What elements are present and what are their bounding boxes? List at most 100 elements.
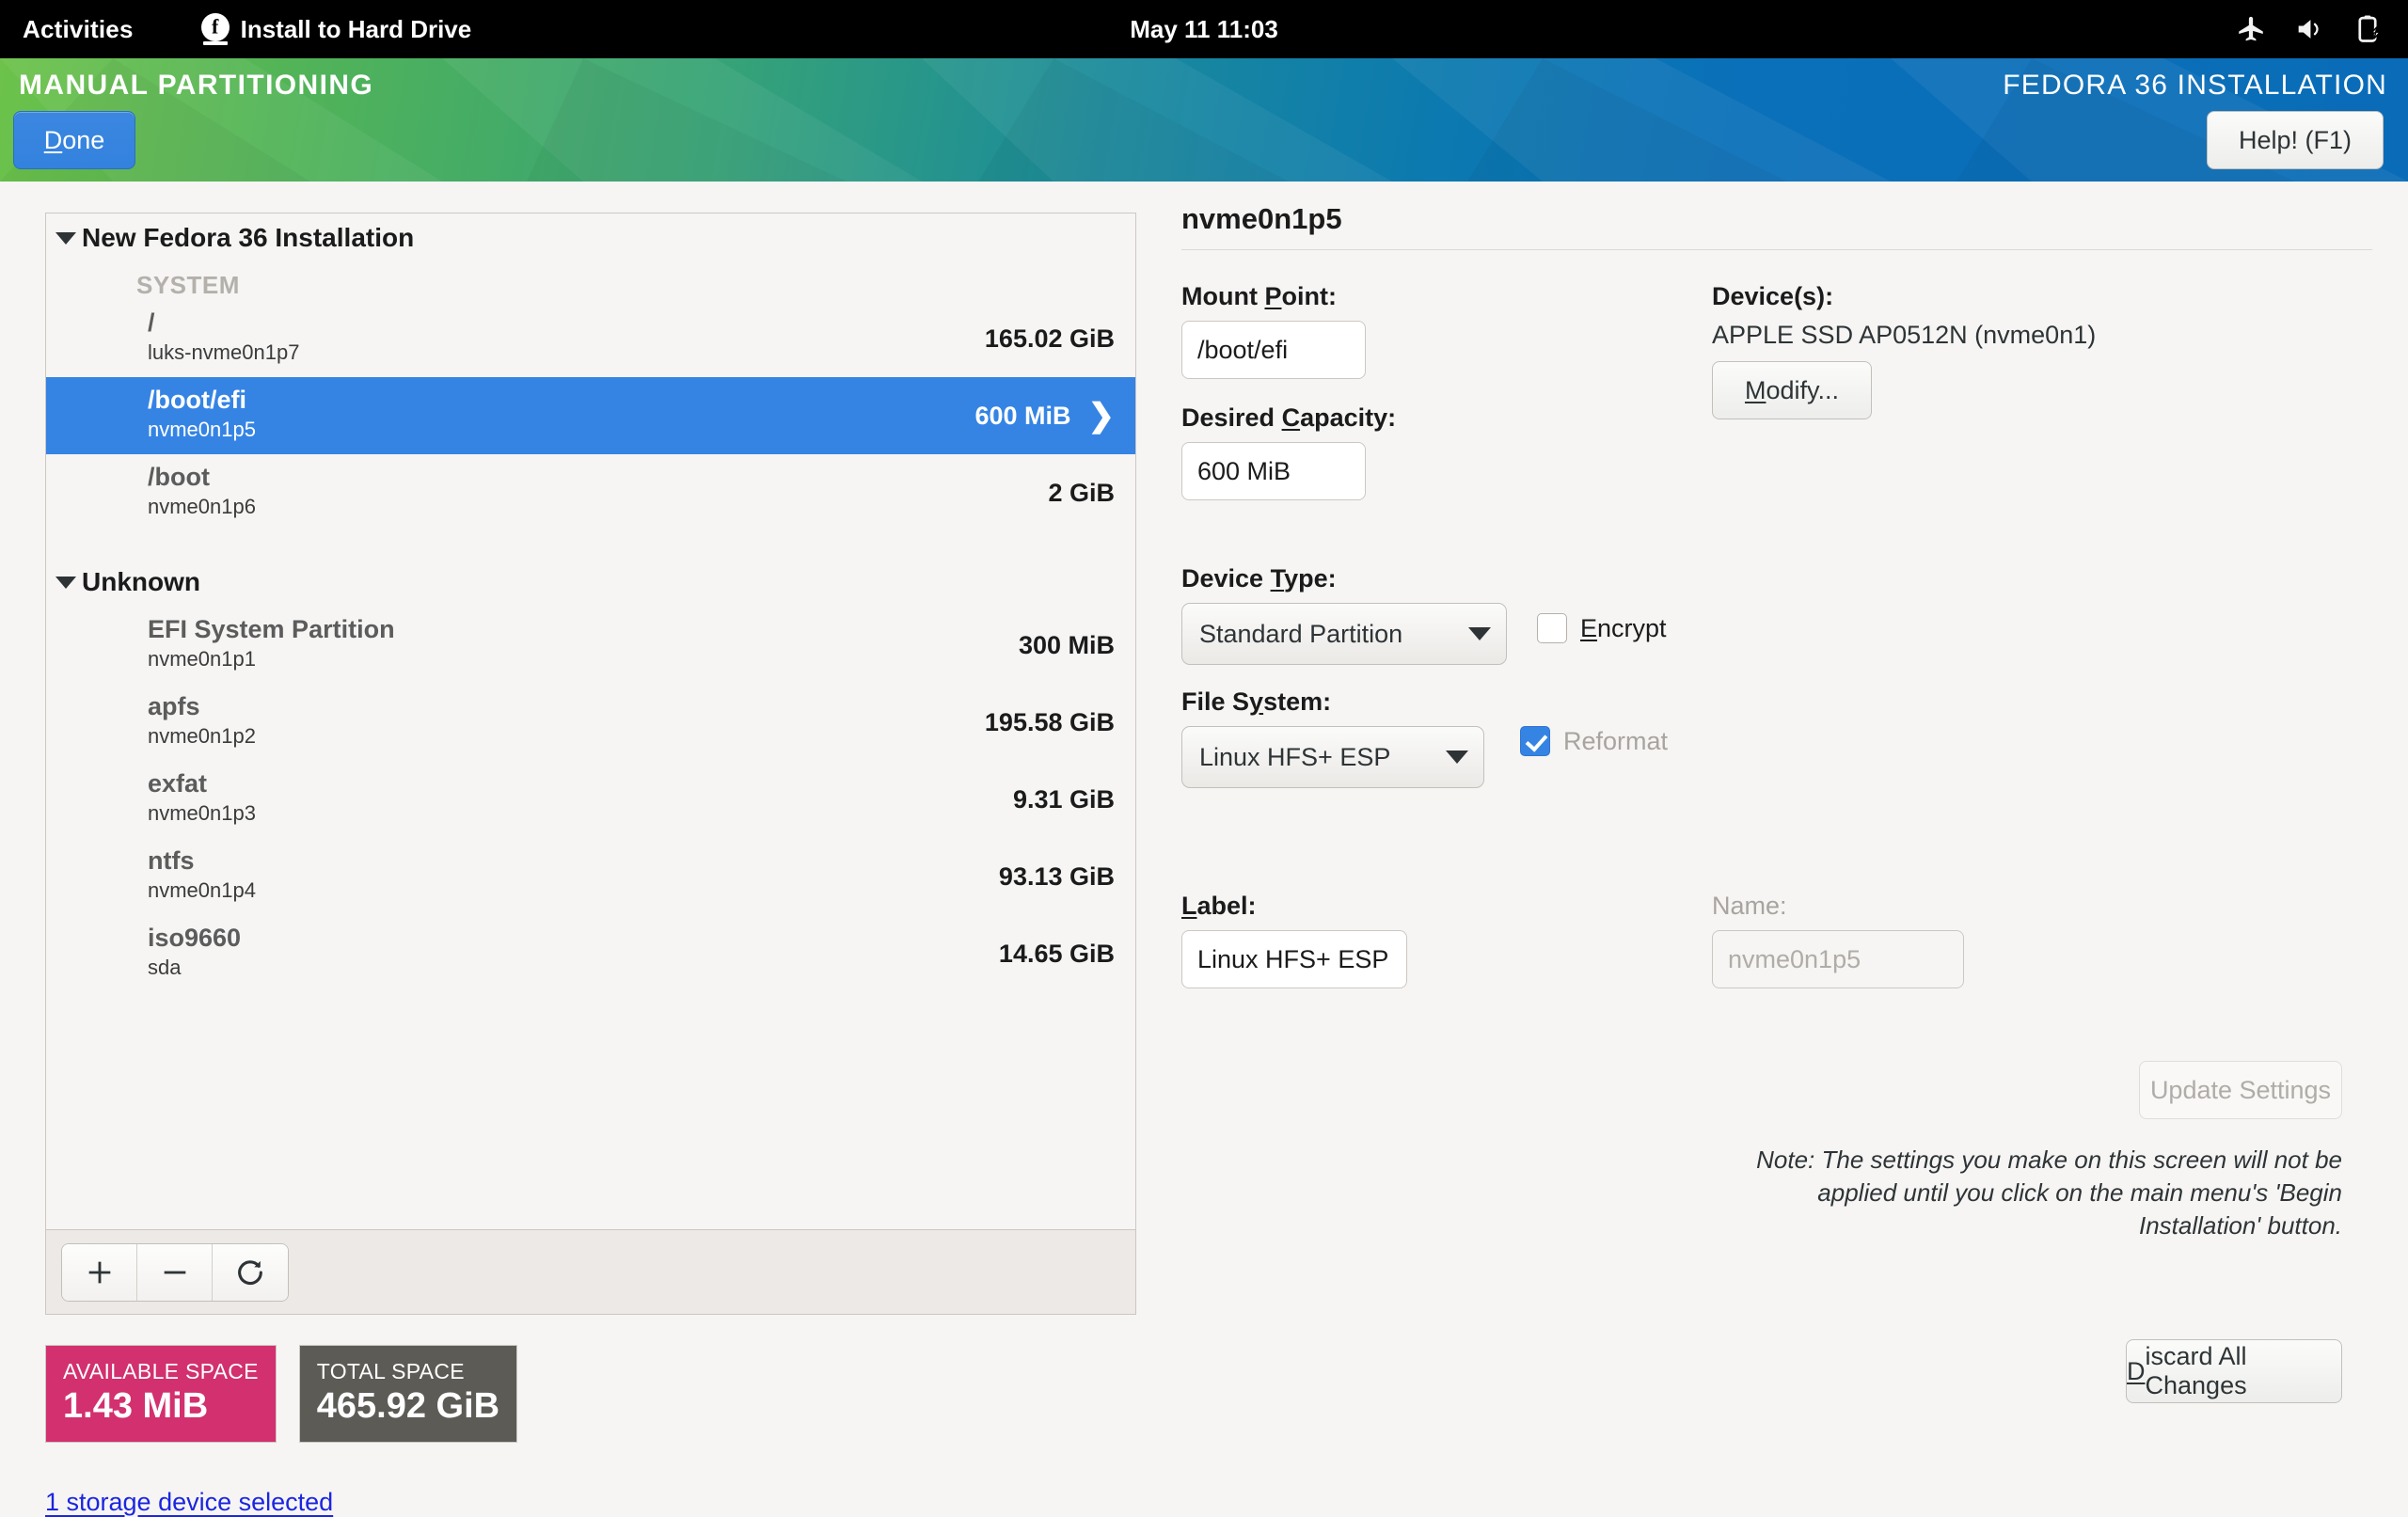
partition-device: nvme0n1p4	[148, 875, 256, 906]
partition-size: 93.13 GiB	[999, 862, 1115, 892]
app-menu-label: Install to Hard Drive	[241, 15, 472, 44]
table-row[interactable]: iso9660 sda 14.65 GiB	[46, 915, 1135, 992]
table-row[interactable]: / luks-nvme0n1p7 165.02 GiB	[46, 300, 1135, 377]
devices-value: APPLE SSD AP0512N (nvme0n1)	[1712, 321, 2096, 350]
table-row[interactable]: EFI System Partition nvme0n1p1 300 MiB	[46, 607, 1135, 684]
partition-toolbar	[45, 1230, 1136, 1315]
partition-mountpoint: iso9660	[148, 924, 241, 951]
partition-mountpoint: /boot	[148, 464, 256, 490]
remove-icon	[159, 1256, 191, 1288]
partition-scroll-area[interactable]: New Fedora 36 Installation SYSTEM / luks…	[46, 213, 1135, 1229]
file-system-dropdown[interactable]: Linux HFS+ ESP	[1181, 726, 1484, 788]
name-field-label: Name:	[1712, 892, 1964, 921]
settings-note: Note: The settings you make on this scre…	[1740, 1144, 2342, 1241]
reformat-label: Reformat	[1563, 727, 1668, 756]
help-button[interactable]: Help! (F1)	[2207, 111, 2384, 169]
partition-device: nvme0n1p2	[148, 720, 256, 751]
partitioning-left-column: New Fedora 36 Installation SYSTEM / luks…	[45, 213, 1136, 1517]
device-type-dropdown[interactable]: Standard Partition	[1181, 603, 1507, 665]
total-space-box: TOTAL SPACE 465.92 GiB	[299, 1345, 517, 1443]
storage-device-link[interactable]: 1 storage device selected	[45, 1488, 333, 1517]
done-button[interactable]: Done	[13, 111, 135, 169]
encrypt-checkbox-row[interactable]: Encrypt	[1537, 613, 1667, 643]
desired-capacity-label: Desired Capacity:	[1181, 403, 1396, 433]
page-title: MANUAL PARTITIONING	[19, 70, 373, 102]
table-row[interactable]: /boot/efi nvme0n1p5 600 MiB ❯	[46, 377, 1135, 454]
product-title: FEDORA 36 INSTALLATION	[2003, 70, 2387, 102]
anaconda-header: MANUAL PARTITIONING FEDORA 36 INSTALLATI…	[0, 58, 2408, 182]
fedora-logo-icon	[201, 13, 230, 45]
modify-button[interactable]: Modify...	[1712, 361, 1872, 419]
partition-size: 9.31 GiB	[1013, 785, 1115, 814]
discard-all-changes-button[interactable]: Discard All Changes	[2126, 1339, 2342, 1403]
desired-capacity-input[interactable]: 600 MiB	[1181, 442, 1366, 500]
discard-label-rest: iscard All Changes	[2146, 1342, 2342, 1400]
partition-device: nvme0n1p5	[148, 414, 256, 445]
activities-button[interactable]: Activities	[23, 15, 134, 44]
partition-device: nvme0n1p6	[148, 491, 256, 522]
remove-partition-button[interactable]	[137, 1244, 213, 1301]
partition-size: 300 MiB	[1019, 631, 1115, 660]
detail-title: nvme0n1p5	[1181, 202, 2372, 249]
partition-device: nvme0n1p3	[148, 798, 256, 829]
partition-mountpoint: /	[148, 309, 299, 336]
add-partition-button[interactable]	[62, 1244, 137, 1301]
partition-group-header[interactable]: New Fedora 36 Installation	[46, 213, 1135, 262]
app-menu-button[interactable]: Install to Hard Drive	[201, 13, 472, 45]
partition-mountpoint: ntfs	[148, 847, 256, 874]
partition-subgroup-label: SYSTEM	[46, 262, 1135, 300]
partition-device: sda	[148, 952, 241, 983]
table-row[interactable]: ntfs nvme0n1p4 93.13 GiB	[46, 838, 1135, 915]
partition-device: luks-nvme0n1p7	[148, 337, 299, 368]
partition-detail-column: nvme0n1p5 Mount Point: /boot/efi Desired…	[1181, 202, 2372, 1277]
available-space-box: AVAILABLE SPACE 1.43 MiB	[45, 1345, 277, 1443]
partition-mountpoint: exfat	[148, 770, 256, 797]
space-summary: AVAILABLE SPACE 1.43 MiB TOTAL SPACE 465…	[45, 1345, 1136, 1443]
file-system-label: File System:	[1181, 687, 1507, 717]
reformat-checkbox[interactable]	[1520, 726, 1550, 756]
mount-point-input[interactable]: /boot/efi	[1181, 321, 1366, 379]
partition-group-label: New Fedora 36 Installation	[82, 223, 414, 253]
label-input[interactable]: Linux HFS+ ESP	[1181, 930, 1407, 988]
file-system-value: Linux HFS+ ESP	[1199, 743, 1390, 772]
reformat-checkbox-row[interactable]: Reformat	[1520, 726, 1668, 756]
refresh-button[interactable]	[213, 1244, 288, 1301]
partition-mountpoint: EFI System Partition	[148, 616, 395, 642]
partition-list-frame[interactable]: New Fedora 36 Installation SYSTEM / luks…	[45, 213, 1136, 1230]
expander-triangle-icon[interactable]	[55, 577, 76, 589]
table-row[interactable]: /boot nvme0n1p6 2 GiB	[46, 454, 1135, 531]
table-row[interactable]: exfat nvme0n1p3 9.31 GiB	[46, 761, 1135, 838]
total-space-caption: TOTAL SPACE	[317, 1359, 499, 1384]
modify-label-rest: odify...	[1766, 376, 1839, 405]
chevron-down-icon	[1468, 627, 1491, 640]
partition-device: nvme0n1p1	[148, 643, 395, 674]
partition-group-header[interactable]: Unknown	[46, 558, 1135, 607]
name-input[interactable]: nvme0n1p5	[1712, 930, 1964, 988]
airplane-mode-icon	[2235, 13, 2267, 45]
available-space-caption: AVAILABLE SPACE	[63, 1359, 259, 1384]
add-icon	[84, 1256, 116, 1288]
partition-size: 165.02 GiB	[985, 324, 1115, 354]
status-area[interactable]	[2235, 0, 2384, 58]
modify-mnemonic: M	[1745, 376, 1766, 405]
partition-size: 195.58 GiB	[985, 708, 1115, 737]
partition-size: 2 GiB	[1048, 479, 1115, 508]
battery-charging-icon	[2352, 13, 2384, 45]
chevron-down-icon	[1446, 751, 1468, 764]
devices-label: Device(s):	[1712, 282, 2096, 311]
discard-mnemonic: D	[2127, 1357, 2146, 1386]
device-type-label: Device Type:	[1181, 564, 1507, 593]
table-row[interactable]: apfs nvme0n1p2 195.58 GiB	[46, 684, 1135, 761]
gnome-top-bar: Activities Install to Hard Drive May 11 …	[0, 0, 2408, 58]
encrypt-checkbox[interactable]	[1537, 613, 1567, 643]
available-space-value: 1.43 MiB	[63, 1386, 259, 1427]
divider	[1181, 249, 2372, 250]
partition-mountpoint: apfs	[148, 693, 256, 719]
encrypt-label: Encrypt	[1580, 614, 1667, 643]
done-label-rest: one	[62, 126, 104, 155]
device-type-value: Standard Partition	[1199, 620, 1402, 649]
expander-triangle-icon[interactable]	[55, 232, 76, 245]
update-settings-button[interactable]: Update Settings	[2139, 1061, 2342, 1119]
chevron-right-icon: ❯	[1088, 400, 1116, 432]
label-field-label: Label:	[1181, 892, 1407, 921]
